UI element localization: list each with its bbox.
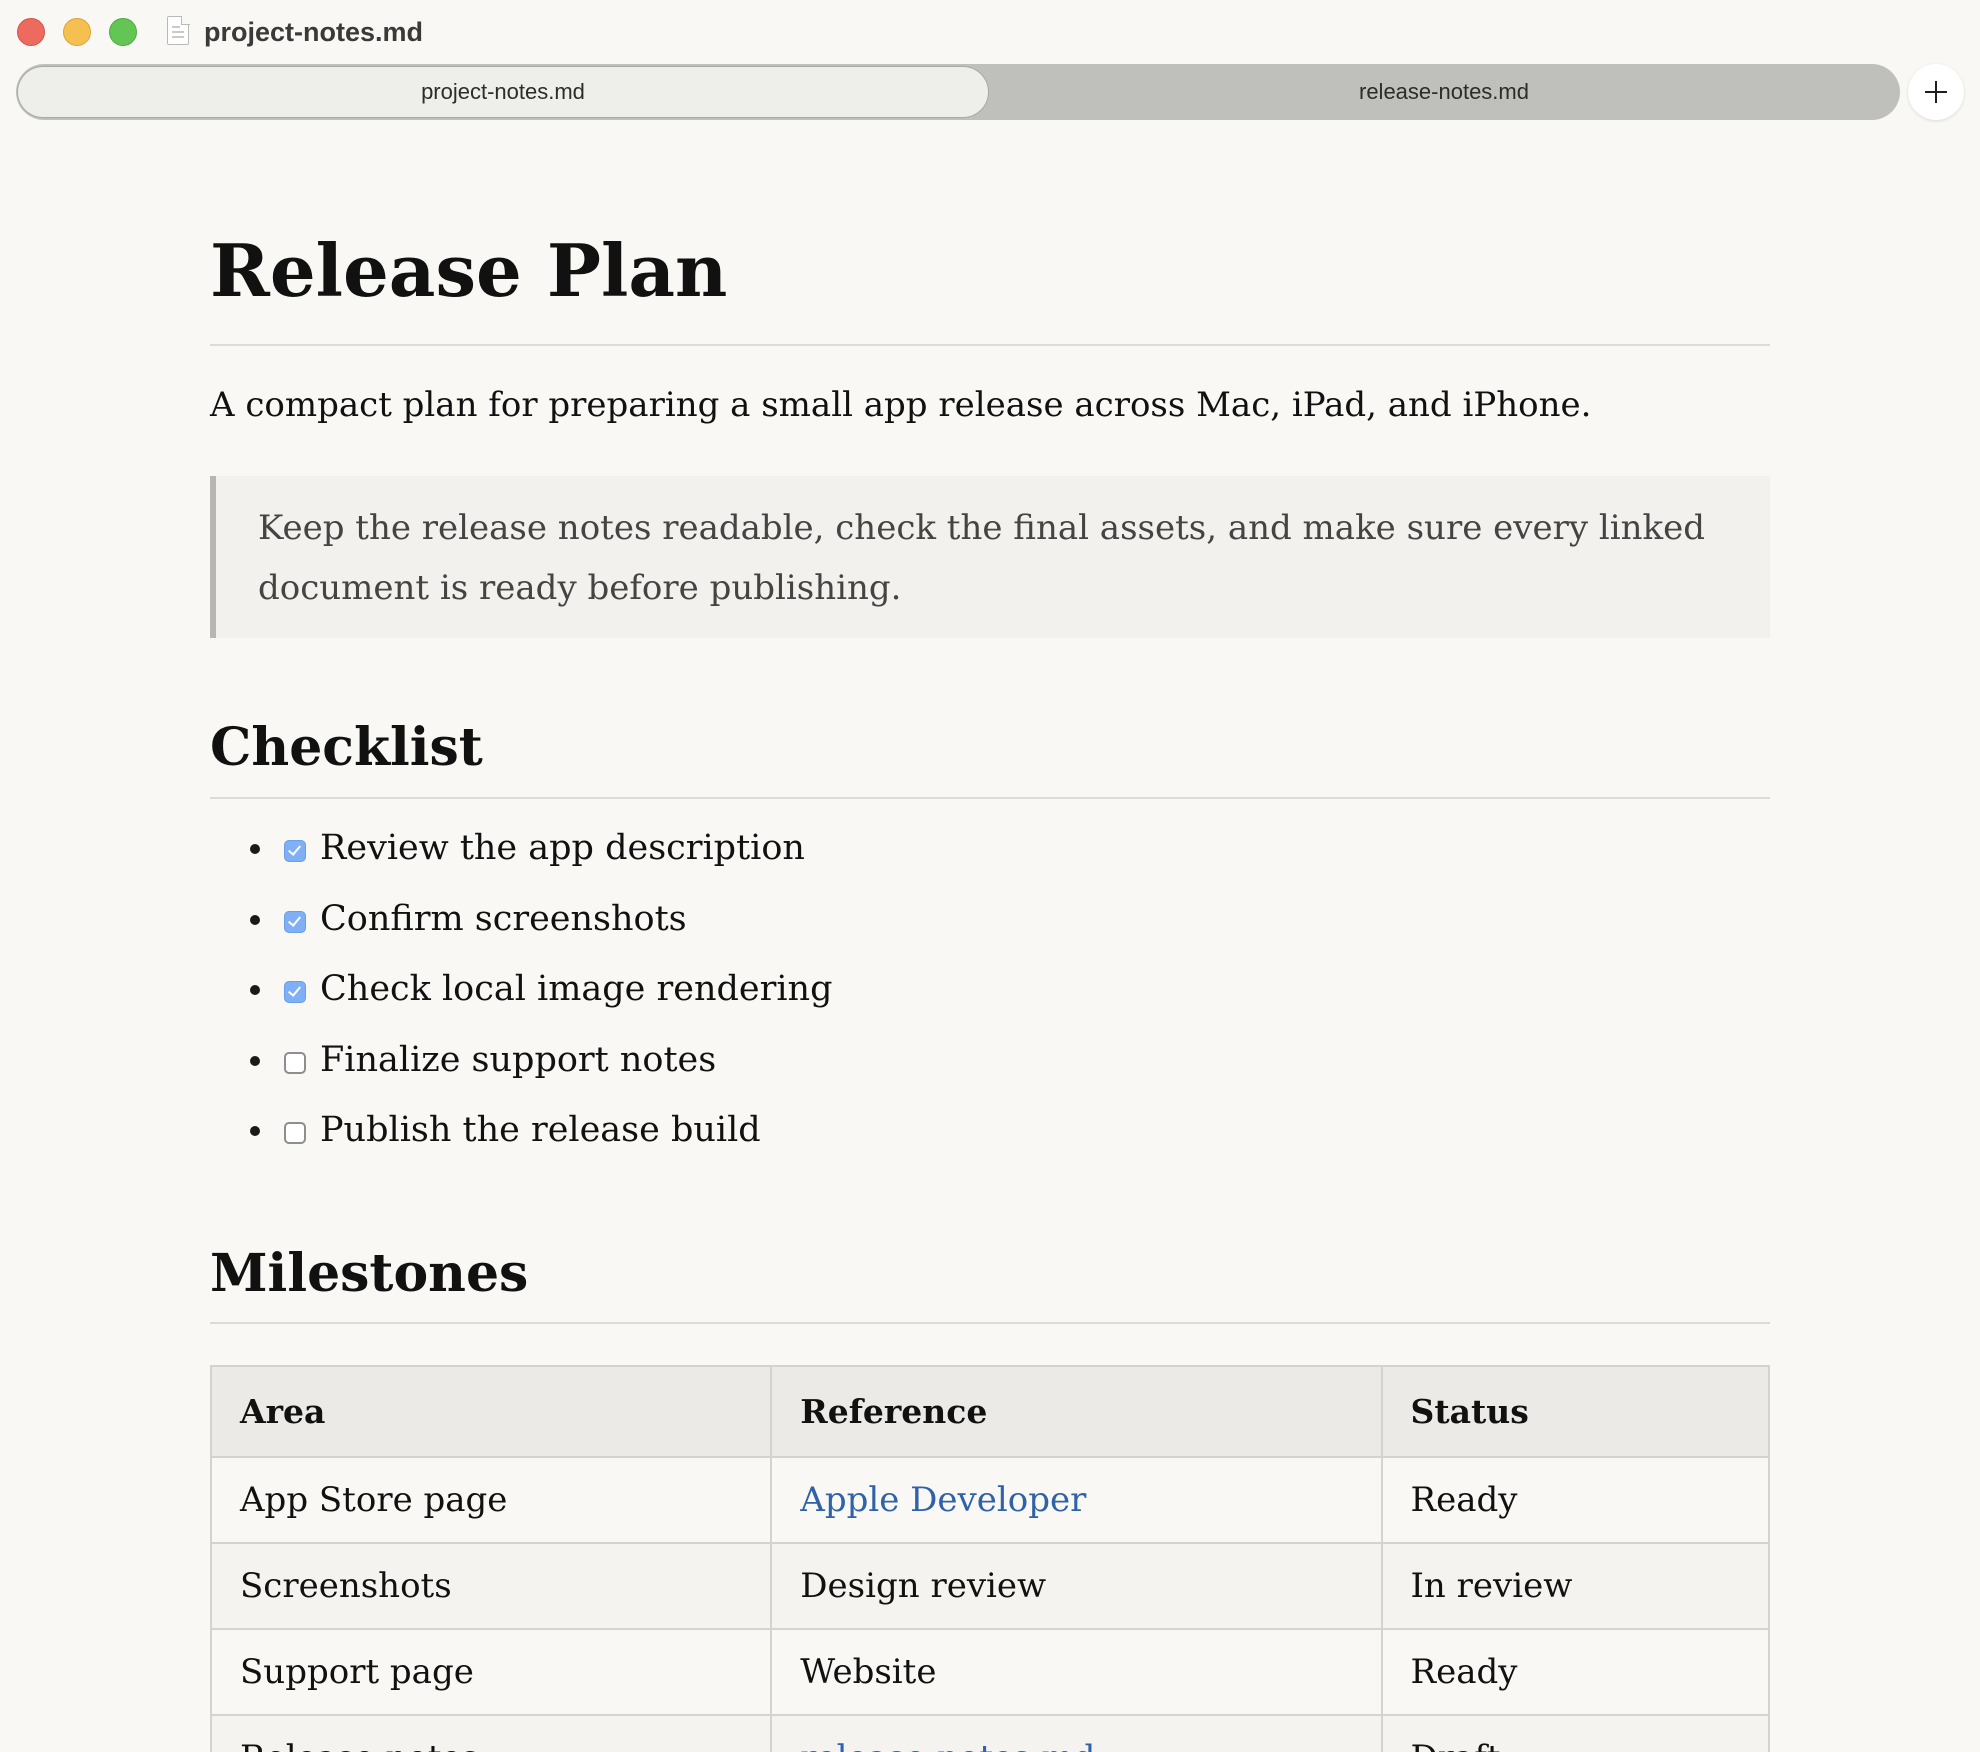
column-header-status: Status <box>1380 1365 1770 1458</box>
checkbox-unchecked-icon[interactable] <box>284 1122 306 1144</box>
table-row: Screenshots Design review In review <box>209 1542 1770 1630</box>
milestones-divider <box>210 1322 1770 1324</box>
document-icon <box>167 15 190 45</box>
bullet-icon <box>250 1126 260 1136</box>
checklist-item-label: Review the app description <box>320 828 805 868</box>
checkbox-checked-icon[interactable] <box>284 981 306 1003</box>
minimize-window-button[interactable] <box>63 18 91 46</box>
tab-bar: project-notes.md release-notes.md <box>16 64 1900 120</box>
cell-status: Draft <box>1380 1714 1770 1752</box>
bullet-icon <box>250 1055 260 1066</box>
checkbox-checked-icon[interactable] <box>284 910 306 933</box>
page-title: Release Plan <box>210 228 728 313</box>
cell-area: App Store page <box>209 1456 773 1544</box>
milestones-heading: Milestones <box>210 1243 529 1304</box>
window-title: project-notes.md <box>204 17 424 47</box>
cell-reference: Apple Developer <box>770 1456 1383 1544</box>
zoom-window-button[interactable] <box>109 18 137 46</box>
checklist-divider <box>210 797 1770 799</box>
table-row: Support page Website Ready <box>209 1628 1770 1716</box>
checkbox-unchecked-icon[interactable] <box>284 1051 306 1074</box>
milestones-table: Area Reference Status App Store page App… <box>209 1365 1770 1752</box>
reference-link[interactable]: Apple Developer <box>800 1480 1086 1520</box>
cell-status: In review <box>1380 1542 1770 1630</box>
blockquote-text: Keep the release notes readable, check t… <box>258 508 1705 608</box>
checkbox-checked-icon[interactable] <box>284 840 306 862</box>
checklist-item-label: Check local image rendering <box>320 969 833 1009</box>
cell-reference: Design review <box>770 1542 1383 1630</box>
bullet-icon <box>250 844 260 854</box>
cell-reference: release-notes.md <box>770 1714 1383 1752</box>
table-header-row: Area Reference Status <box>209 1365 1770 1458</box>
table-row: Release notes release-notes.md Draft <box>209 1714 1770 1752</box>
intro-paragraph: A compact plan for preparing a small app… <box>210 385 1592 425</box>
bullet-icon <box>250 985 260 995</box>
cell-area: Release notes <box>209 1714 773 1752</box>
checklist-heading: Checklist <box>210 717 483 778</box>
checklist-item-label: Finalize support notes <box>320 1039 717 1080</box>
app-window: project-notes.md project-notes.md releas… <box>0 0 1980 1752</box>
cell-status: Ready <box>1380 1628 1770 1716</box>
cell-status: Ready <box>1380 1456 1770 1544</box>
new-tab-button[interactable] <box>1908 64 1964 120</box>
checklist-item-label: Publish the release build <box>320 1110 761 1150</box>
tab-project-notes[interactable]: project-notes.md <box>18 67 988 117</box>
cell-area: Support page <box>209 1628 773 1716</box>
bullet-icon <box>250 914 260 925</box>
title-divider <box>210 344 1770 346</box>
cell-area: Screenshots <box>209 1542 773 1630</box>
cell-reference: Website <box>770 1628 1383 1716</box>
tab-release-notes[interactable]: release-notes.md <box>988 64 1900 120</box>
table-row: App Store page Apple Developer Ready <box>209 1456 1770 1544</box>
column-header-reference: Reference <box>770 1365 1383 1458</box>
checklist-item-label: Confirm screenshots <box>320 898 687 939</box>
blockquote: Keep the release notes readable, check t… <box>210 476 1770 638</box>
title-bar: project-notes.md <box>0 0 1980 64</box>
column-header-area: Area <box>209 1365 773 1458</box>
reference-link[interactable]: release-notes.md <box>800 1738 1095 1752</box>
close-window-button[interactable] <box>17 18 45 46</box>
